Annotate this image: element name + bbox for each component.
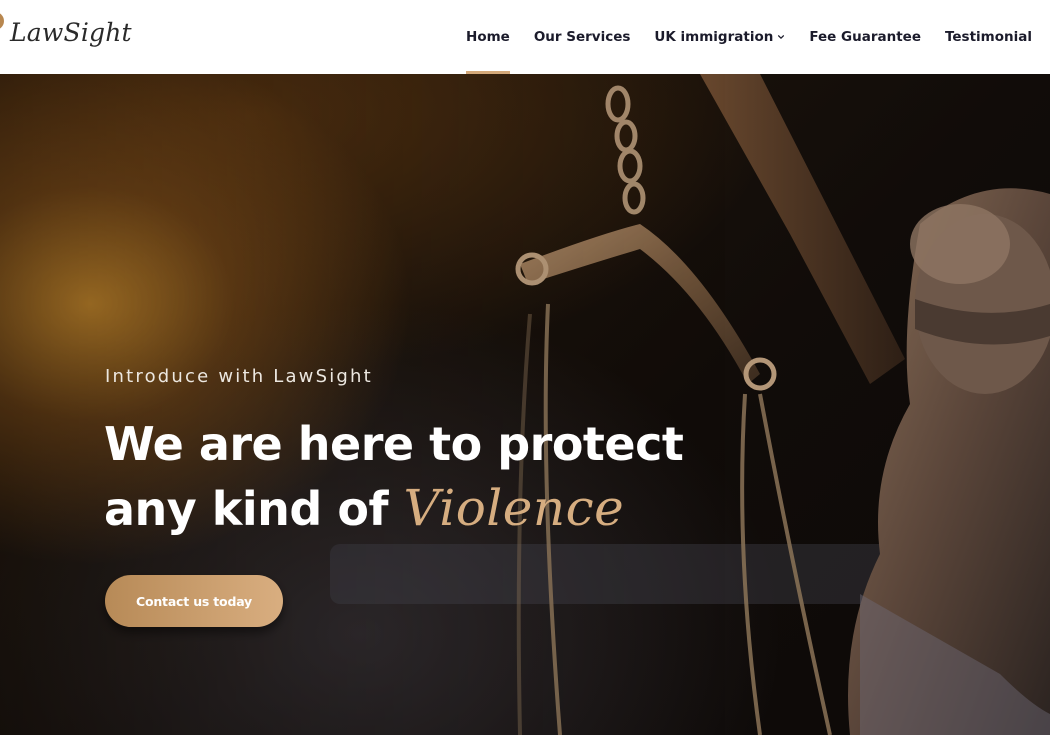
chevron-down-icon	[778, 35, 785, 39]
main-nav: Home Our Services UK immigration Fee Gua…	[466, 0, 1032, 74]
nav-item-label: UK immigration	[654, 29, 774, 45]
hero-section: Introduce with LawSight We are here to p…	[0, 74, 1050, 735]
nav-item-testimonial[interactable]: Testimonial	[945, 0, 1032, 74]
hero-overlay	[0, 74, 1050, 735]
headline-line-2-prefix: any kind of	[104, 482, 404, 536]
nav-item-fee-guarantee[interactable]: Fee Guarantee	[809, 0, 921, 74]
logo[interactable]: LawSight	[10, 18, 132, 47]
nav-item-uk-immigration[interactable]: UK immigration	[654, 0, 785, 74]
site-header: LawSight Home Our Services UK immigratio…	[0, 0, 1050, 74]
nav-item-home[interactable]: Home	[466, 0, 510, 74]
hero-eyebrow: Introduce with LawSight	[105, 366, 373, 387]
contact-us-button[interactable]: Contact us today	[105, 575, 283, 627]
headline-accent-word: Violence	[403, 479, 625, 537]
hero-headline: We are here to protect any kind of Viole…	[104, 412, 704, 541]
logo-mark	[0, 12, 4, 30]
nav-item-our-services[interactable]: Our Services	[534, 0, 631, 74]
headline-line-1: We are here to protect	[104, 417, 684, 471]
